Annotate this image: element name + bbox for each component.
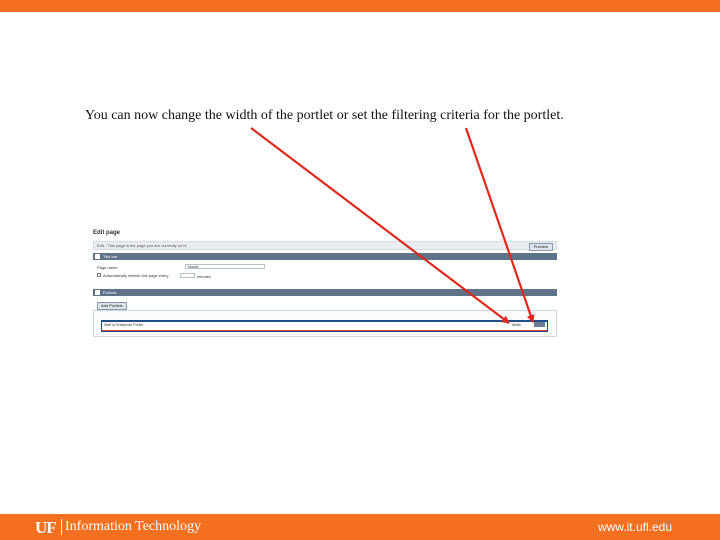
portlets-section[interactable]: Portlets [93, 289, 557, 296]
portlet-width-select[interactable]: Width [512, 323, 521, 327]
portlet-name: Staff or Enterprise Portlet [104, 323, 144, 327]
portlets-section-label: Portlets [103, 290, 117, 295]
add-portlets-button[interactable]: Add Portlets [97, 302, 127, 310]
footer-bar: UF Information Technology www.it.ufl.edu [0, 514, 720, 540]
auto-refresh-label: Automatically refresh this page every [103, 273, 169, 278]
uf-logo: UF [35, 518, 57, 537]
portlet-item[interactable]: Staff or Enterprise Portlet Width [101, 320, 548, 332]
title-bar-section-label: Title bar [103, 254, 118, 259]
preview-button[interactable]: Preview [528, 243, 553, 251]
footer-url[interactable]: www.it.ufl.edu [598, 520, 672, 534]
refresh-minutes-field[interactable] [180, 273, 195, 278]
page-name-field[interactable]: Master [185, 264, 265, 269]
title-bar-section[interactable]: Title bar [93, 253, 557, 260]
page-hint-bar: Edit - This page is the page you are cur… [93, 241, 557, 251]
edit-page-title: Edit page [93, 230, 121, 236]
slide-caption: You can now change the width of the port… [85, 108, 564, 123]
collapse-icon[interactable] [95, 254, 100, 259]
page-name-label: Page name [97, 265, 118, 270]
auto-refresh-checkbox[interactable] [97, 273, 101, 277]
collapse-icon[interactable] [95, 290, 100, 295]
portlet-underline [102, 330, 547, 331]
embedded-screenshot: Edit page Edit - This page is the page y… [91, 227, 558, 339]
unit-name: Information Technology [65, 519, 202, 534]
minutes-label: minutes [197, 274, 212, 279]
portlet-filter-icon[interactable] [534, 322, 545, 327]
page-hint-text: Edit - This page is the page you are cur… [97, 243, 187, 248]
top-accent-bar [0, 0, 720, 12]
logo-divider [61, 519, 62, 535]
